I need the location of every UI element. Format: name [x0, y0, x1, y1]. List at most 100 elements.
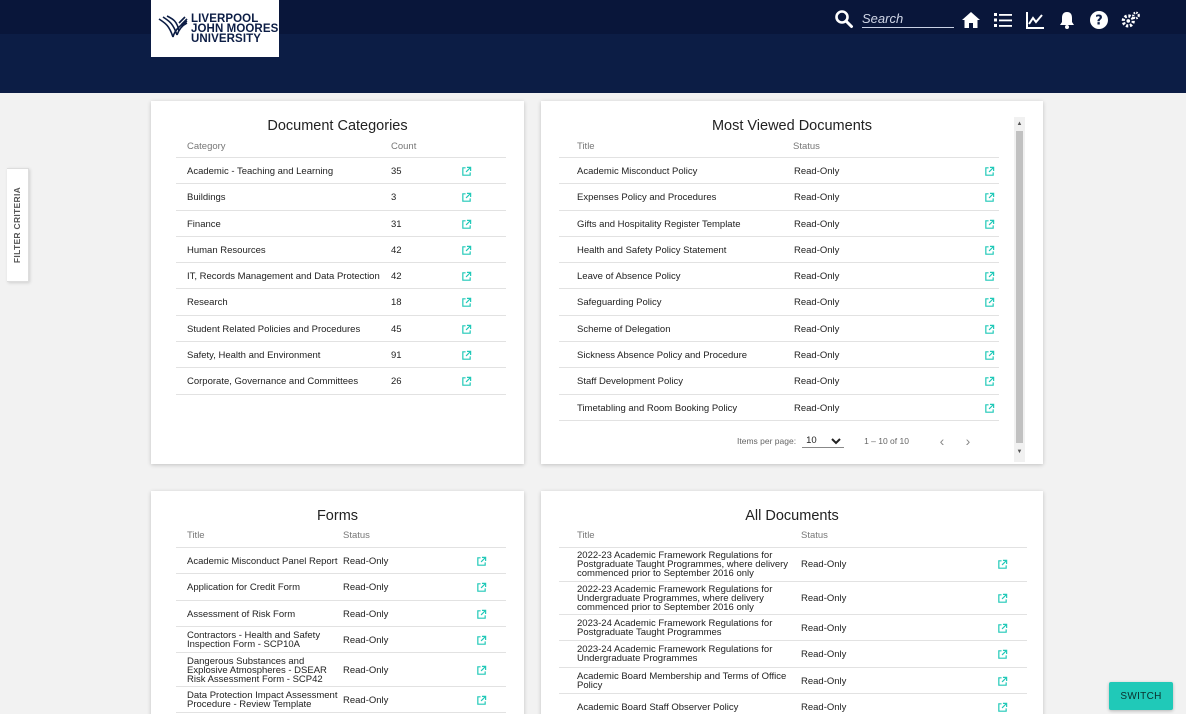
open-link-icon[interactable] [461, 166, 472, 177]
logo-line-1: LIVERPOOL [191, 12, 259, 25]
chart-icon[interactable] [1019, 9, 1051, 31]
document-title: Sickness Absence Policy and Procedure [577, 350, 748, 362]
forms-title-column-header: Title [187, 530, 205, 541]
search-input[interactable] [862, 10, 954, 28]
document-row[interactable]: 2022-23 Academic Framework Regulations f… [559, 548, 1027, 582]
document-row[interactable]: Staff Development Policy Read-Only [559, 368, 999, 395]
document-row[interactable]: 2023-24 Academic Framework Regulations f… [559, 615, 1027, 642]
open-link-icon[interactable] [984, 166, 995, 177]
open-link-icon[interactable] [476, 556, 487, 567]
open-link-icon[interactable] [476, 695, 487, 706]
open-link-icon[interactable] [984, 324, 995, 335]
search-icon[interactable] [834, 9, 854, 29]
open-link-icon[interactable] [997, 593, 1008, 604]
most-viewed-card: Most Viewed Documents Title Status Acade… [541, 101, 1043, 464]
category-row[interactable]: Student Related Policies and Procedures 4… [176, 316, 506, 343]
open-link-icon[interactable] [461, 350, 472, 361]
open-link-icon[interactable] [476, 609, 487, 620]
category-name: Student Related Policies and Procedures [187, 323, 361, 335]
title-line: Academic Misconduct Panel Report [187, 556, 338, 567]
items-per-page-select[interactable]: 10 [802, 434, 845, 448]
document-row[interactable]: Scheme of Delegation Read-Only [559, 316, 999, 343]
form-row[interactable]: Contractors - Health and Safety Inspectio… [176, 627, 506, 654]
category-row[interactable]: Buildings 3 [176, 184, 506, 211]
open-link-icon[interactable] [984, 219, 995, 230]
bell-icon[interactable] [1051, 9, 1083, 31]
open-link-icon[interactable] [997, 702, 1008, 713]
title-line: commenced prior to September 2016 only [577, 601, 754, 613]
open-link-icon[interactable] [461, 271, 472, 282]
document-status: Read-Only [794, 271, 840, 283]
document-row[interactable]: Gifts and Hospitality Register Template R… [559, 211, 999, 237]
document-row[interactable]: Academic Misconduct Policy Read-Only [559, 158, 999, 185]
open-link-icon[interactable] [997, 623, 1008, 634]
category-row[interactable]: Corporate, Governance and Committees 26 [176, 368, 506, 395]
category-row[interactable]: IT, Records Management and Data Protecti… [176, 263, 506, 290]
open-link-icon[interactable] [476, 635, 487, 646]
scroll-up-arrow[interactable]: ▲ [1014, 119, 1025, 130]
filter-criteria-tab[interactable]: FILTER CRITERIA [7, 168, 29, 282]
forms-table-body: Academic Misconduct Panel Report Read-Onl… [176, 547, 506, 714]
title-line: commenced prior to September 2016 only [577, 568, 754, 579]
open-link-icon[interactable] [461, 297, 472, 308]
most-viewed-scrollbar[interactable]: ▲ ▼ [1014, 117, 1025, 462]
open-link-icon[interactable] [997, 649, 1008, 660]
scrollbar-thumb[interactable] [1016, 131, 1023, 443]
document-row[interactable]: 2022-23 Academic Framework Regulations f… [559, 582, 1027, 615]
form-row[interactable]: Data Protection Impact Assessment Procedu… [176, 687, 506, 714]
settings-icon[interactable] [1115, 9, 1147, 31]
open-link-icon[interactable] [997, 676, 1008, 687]
document-row[interactable]: Expenses Policy and Procedures Read-Only [559, 184, 999, 211]
header-nav-icons: ? [955, 9, 1147, 31]
document-row[interactable]: Sickness Absence Policy and Procedure Rea… [559, 342, 999, 369]
form-row[interactable]: Assessment of Risk Form Read-Only [176, 601, 506, 627]
open-link-icon[interactable] [984, 376, 995, 387]
category-row[interactable]: Human Resources 42 [176, 237, 506, 264]
form-title: Assessment of Risk Form [187, 609, 295, 619]
home-icon[interactable] [955, 9, 987, 31]
previous-page-button[interactable]: ‹ [933, 432, 951, 450]
form-title: Application for Credit Form [187, 583, 300, 593]
document-row[interactable]: Health and Safety Policy Statement Read-O… [559, 237, 999, 264]
category-row[interactable]: Research 18 [176, 289, 506, 316]
scroll-down-arrow[interactable]: ▼ [1014, 447, 1025, 458]
open-link-icon[interactable] [984, 297, 995, 308]
document-row[interactable]: 2023-24 Academic Framework Regulations f… [559, 641, 1027, 668]
open-link-icon[interactable] [461, 192, 472, 203]
help-icon[interactable]: ? [1083, 9, 1115, 31]
category-row[interactable]: Finance 31 [176, 211, 506, 237]
form-status: Read-Only [343, 608, 389, 620]
search-area [834, 9, 954, 29]
open-link-icon[interactable] [984, 271, 995, 282]
form-row[interactable]: Academic Misconduct Panel Report Read-Onl… [176, 548, 506, 575]
open-link-icon[interactable] [984, 192, 995, 203]
document-row[interactable]: Academic Board Staff Observer Policy Read… [559, 694, 1027, 714]
all-documents-card: All Documents Title Status 2022-23 Acade… [541, 491, 1043, 714]
open-link-icon[interactable] [461, 376, 472, 387]
university-logo[interactable]: LIVERPOOL JOHN MOORES UNIVERSITY [151, 0, 279, 57]
category-name: Finance [187, 218, 221, 230]
open-link-icon[interactable] [461, 245, 472, 256]
document-row[interactable]: Academic Board Membership and Terms of O… [559, 668, 1027, 694]
document-row[interactable]: Safeguarding Policy Read-Only [559, 289, 999, 316]
open-link-icon[interactable] [997, 559, 1008, 570]
next-page-button[interactable]: › [959, 432, 977, 450]
open-link-icon[interactable] [984, 403, 995, 414]
document-categories-title: Document Categories [267, 118, 408, 134]
all-docs-status-column-header: Status [801, 530, 828, 541]
form-row[interactable]: Dangerous Substances and Explosive Atmosp… [176, 653, 506, 688]
category-row[interactable]: Academic - Teaching and Learning 35 [176, 158, 506, 185]
document-row[interactable]: Timetabling and Room Booking Policy Read-… [559, 395, 999, 421]
open-link-icon[interactable] [476, 582, 487, 593]
open-link-icon[interactable] [476, 665, 487, 676]
form-row[interactable]: Application for Credit Form Read-Only [176, 574, 506, 601]
document-status: Read-Only [794, 350, 840, 362]
open-link-icon[interactable] [461, 324, 472, 335]
switch-button[interactable]: SWITCH [1109, 682, 1173, 710]
category-row[interactable]: Safety, Health and Environment 91 [176, 342, 506, 369]
open-link-icon[interactable] [461, 219, 472, 230]
open-link-icon[interactable] [984, 245, 995, 256]
document-row[interactable]: Leave of Absence Policy Read-Only [559, 263, 999, 290]
open-link-icon[interactable] [984, 350, 995, 361]
list-icon[interactable] [987, 9, 1019, 31]
